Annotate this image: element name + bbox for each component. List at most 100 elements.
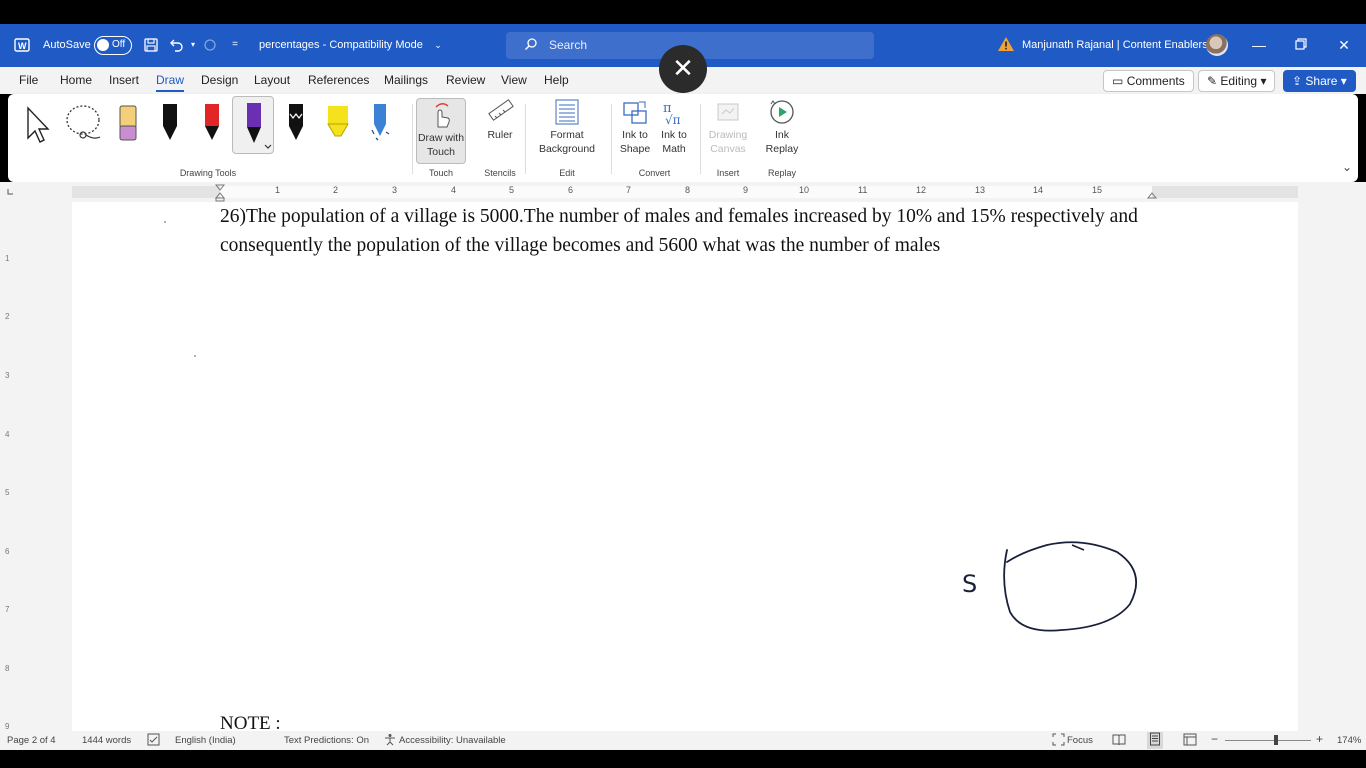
lasso-select-tool[interactable] (64, 100, 104, 144)
pencil-icon: ✎ (1207, 74, 1218, 88)
select-arrow-tool[interactable] (24, 100, 56, 144)
close-overlay-button[interactable]: ✕ (659, 45, 707, 93)
warning-icon[interactable] (998, 37, 1014, 51)
convert-group-label: Convert (638, 168, 671, 178)
proofing-icon[interactable] (147, 733, 160, 749)
comments-label: Comments (1126, 74, 1185, 88)
ruler-number: 4 (451, 185, 457, 195)
ruler-number: 10 (799, 185, 810, 195)
tab-design[interactable]: Design (201, 73, 238, 87)
document-area: 1 2 3 4 5 6 7 8 9 26)The population of a… (0, 202, 1366, 731)
insert-group-label: Insert (716, 168, 740, 178)
search-icon (524, 37, 538, 54)
ribbon-collapse-chevron-icon[interactable]: ⌄ (1342, 160, 1352, 174)
ribbon-separator (412, 104, 413, 174)
ink-annotation[interactable]: S (72, 202, 1298, 731)
black-pen-tool[interactable] (154, 100, 186, 144)
accessibility-status[interactable]: Accessibility: Unavailable (399, 735, 506, 746)
tab-help[interactable]: Help (544, 73, 569, 87)
tab-file[interactable]: File (19, 73, 38, 87)
svg-text:√π: √π (665, 113, 681, 126)
user-name[interactable]: Manjunath Rajanal | Content Enablers (1022, 39, 1208, 51)
ruler-number: 9 (743, 185, 749, 195)
horizontal-ruler[interactable]: 1 2 3 4 5 6 7 8 9 10 11 12 13 14 15 (0, 182, 1366, 202)
format-background-icon (532, 98, 602, 126)
vertical-ruler[interactable]: 1 2 3 4 5 6 7 8 9 (2, 202, 16, 731)
focus-icon (1052, 733, 1065, 749)
page-indicator[interactable]: Page 2 of 4 (7, 735, 56, 746)
eraser-pen-tool[interactable] (112, 100, 144, 144)
undo-icon[interactable] (168, 37, 184, 53)
galaxy-pen-tool[interactable] (280, 100, 312, 144)
read-mode-icon[interactable] (1112, 733, 1126, 749)
zoom-in-button[interactable]: + (1316, 732, 1323, 746)
ruler-number: 14 (1033, 185, 1044, 195)
format-background-line2: Background (538, 143, 596, 155)
zoom-slider-track[interactable] (1225, 740, 1311, 741)
zoom-level[interactable]: 174% (1337, 735, 1361, 746)
web-layout-icon[interactable] (1183, 733, 1197, 749)
vruler-number: 5 (5, 488, 10, 497)
vruler-number: 1 (5, 254, 10, 263)
language-indicator[interactable]: English (India) (175, 735, 236, 746)
red-pen-tool[interactable] (196, 100, 228, 144)
tab-view[interactable]: View (501, 73, 527, 87)
tab-draw[interactable]: Draw (156, 73, 185, 92)
ink-to-math-icon: π √π (656, 98, 692, 127)
ink-to-math-button[interactable]: π √π Ink to Math (656, 98, 692, 156)
close-window-icon[interactable]: ✕ (1334, 35, 1354, 55)
ruler-label: Ruler (487, 129, 513, 141)
touch-group-label: Touch (428, 168, 454, 178)
stencils-group-label: Stencils (484, 168, 516, 178)
format-background-button[interactable]: Format Background (532, 98, 602, 156)
note-heading[interactable]: NOTE : (220, 713, 281, 731)
tab-review[interactable]: Review (446, 73, 485, 87)
zoom-out-button[interactable]: − (1211, 732, 1218, 746)
word-count[interactable]: 1444 words (82, 735, 131, 746)
tab-home[interactable]: Home (60, 73, 92, 87)
touch-hand-icon (417, 101, 465, 129)
minimize-icon[interactable]: — (1249, 35, 1269, 55)
ruler-button[interactable]: Ruler (480, 98, 520, 142)
customize-toolbar-icon[interactable]: = (227, 37, 243, 53)
ink-to-shape-button[interactable]: Ink to Shape (617, 98, 653, 156)
share-button[interactable]: ⇪ Share ▾ (1283, 70, 1356, 92)
ink-to-math-line1: Ink to (661, 129, 687, 141)
save-icon[interactable] (143, 37, 159, 53)
editing-mode-button[interactable]: ✎ Editing ▾ (1198, 70, 1276, 92)
restore-icon[interactable] (1291, 35, 1311, 55)
drawing-tools-group-label: Drawing Tools (179, 168, 237, 178)
autosave-toggle[interactable]: Off (94, 36, 132, 55)
tab-references[interactable]: References (308, 73, 369, 87)
ruler-number: 5 (509, 185, 515, 195)
zoom-slider-thumb[interactable] (1274, 735, 1278, 745)
ink-replay-button[interactable]: Ink Replay (762, 98, 802, 156)
vruler-number: 8 (5, 664, 10, 673)
text-predictions-status[interactable]: Text Predictions: On (284, 735, 369, 746)
ink-to-math-line2: Math (662, 143, 686, 155)
yellow-highlighter-tool[interactable] (322, 100, 354, 144)
focus-mode-button[interactable]: Focus (1067, 735, 1093, 746)
draw-with-touch-button[interactable]: Draw with Touch (416, 98, 466, 164)
toggle-knob (97, 39, 109, 51)
vruler-number: 2 (5, 312, 10, 321)
ink-to-shape-line2: Shape (619, 143, 651, 155)
svg-text:W: W (18, 41, 27, 51)
vruler-number: 4 (5, 430, 10, 439)
print-layout-icon[interactable] (1147, 732, 1163, 749)
ruler-number: 15 (1092, 185, 1103, 195)
document-page[interactable]: 26)The population of a village is 5000.T… (72, 202, 1298, 731)
word-window: W AutoSave Off ▾ = percentages - Compati… (0, 0, 1366, 768)
document-title[interactable]: percentages - Compatibility Mode (259, 39, 423, 51)
user-avatar[interactable] (1206, 34, 1228, 56)
vruler-number: 3 (5, 371, 10, 380)
title-chevron-down-icon[interactable]: ⌄ (430, 37, 446, 53)
action-pen-tool[interactable] (364, 100, 396, 144)
comments-button[interactable]: ▭ Comments (1103, 70, 1194, 92)
purple-pen-tool-selected[interactable] (232, 96, 274, 154)
tab-insert[interactable]: Insert (109, 73, 139, 87)
undo-dropdown-icon[interactable]: ▾ (185, 37, 201, 53)
tab-mailings[interactable]: Mailings (384, 73, 428, 87)
tab-layout[interactable]: Layout (254, 73, 290, 87)
draw-with-touch-line1: Draw with (417, 132, 465, 144)
